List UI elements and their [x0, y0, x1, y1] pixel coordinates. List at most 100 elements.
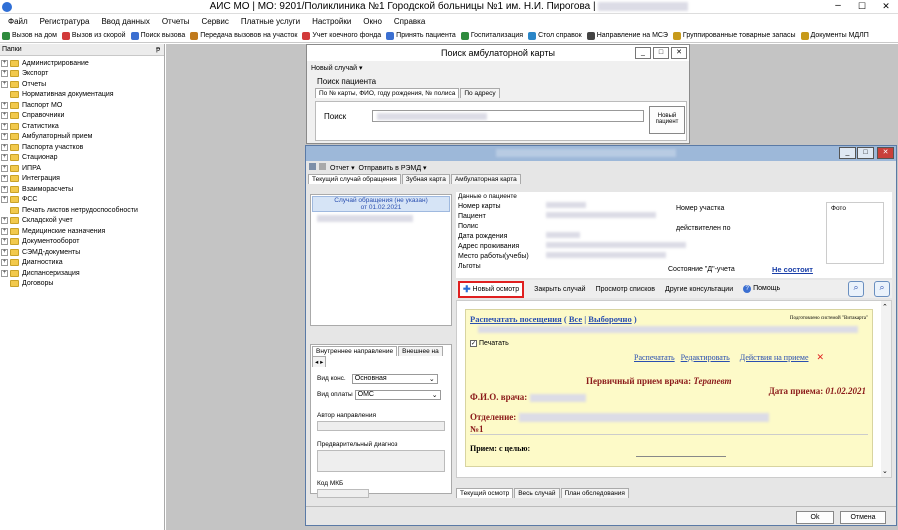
expand-icon[interactable]	[1, 207, 8, 214]
exam-tab[interactable]: План обследования	[560, 488, 629, 498]
case-list-item[interactable]: Случай обращения (не указан) от 01.02.202…	[312, 196, 450, 212]
print-visits-link[interactable]: Распечатать посещения	[470, 314, 562, 324]
other-consultations-button[interactable]: Другие консультации	[665, 286, 733, 293]
expand-icon[interactable]: +	[1, 269, 8, 277]
toolbar-button[interactable]: Госпитализация	[459, 29, 526, 43]
sidebar-item[interactable]: + Медицинские назначения	[0, 226, 164, 237]
expand-icon[interactable]: +	[1, 112, 8, 120]
new-exam-button[interactable]: ✚ Новый осмотр	[458, 280, 525, 298]
toolbar-button[interactable]: Документы МДЛП	[799, 29, 872, 43]
sidebar-item[interactable]: + Диагностика	[0, 258, 164, 269]
sidebar-item[interactable]: + ИПРА	[0, 163, 164, 174]
prediag-field[interactable]	[317, 450, 445, 472]
send-remd-menu[interactable]: Отправить в РЭМД ▾	[359, 165, 427, 172]
menu-item[interactable]: Ввод данных	[95, 14, 155, 29]
expand-icon[interactable]: +	[1, 238, 8, 246]
sidebar-item[interactable]: + Документооборот	[0, 237, 164, 248]
pin-icon[interactable]: ᵽ	[156, 44, 160, 56]
tab-search-by-address[interactable]: По адресу	[460, 88, 500, 98]
card-close-button[interactable]: ✕	[877, 147, 894, 159]
expand-icon[interactable]: +	[1, 175, 8, 183]
expand-icon[interactable]: +	[1, 248, 8, 256]
expand-icon[interactable]: +	[1, 122, 8, 130]
card-tab[interactable]: Амбулаторная карта	[450, 174, 521, 184]
window-maximize-button[interactable]: ☐	[850, 0, 874, 13]
exam-tab[interactable]: Весь случай	[514, 488, 560, 498]
exam-tab[interactable]: Текущий осмотр	[456, 488, 514, 498]
selected-link[interactable]: Выборочно	[588, 314, 631, 324]
expand-icon[interactable]: +	[1, 259, 8, 267]
all-link[interactable]: Все	[569, 314, 582, 324]
card-tab[interactable]: Зубная карта	[401, 174, 450, 184]
edit-link[interactable]: Редактировать	[681, 353, 730, 362]
mkb-field[interactable]	[317, 489, 369, 498]
menu-item[interactable]: Окно	[357, 14, 388, 29]
toolbar-button[interactable]: Вызов из скорой	[60, 29, 129, 43]
sidebar-item[interactable]: + ФСС	[0, 195, 164, 206]
cancel-button[interactable]: Отмена	[840, 511, 886, 524]
vid-kons-select[interactable]: Основная ⌄	[351, 374, 438, 384]
zoom-in-icon[interactable]: ⌕	[848, 281, 864, 297]
expand-icon[interactable]: +	[1, 227, 8, 235]
menu-item[interactable]: Настройки	[306, 14, 357, 29]
zoom-out-icon[interactable]: ⌕	[874, 281, 890, 297]
print-icon[interactable]	[319, 163, 326, 170]
sidebar-item[interactable]: Печать листов нетрудоспособности	[0, 205, 164, 216]
window-minimize-button[interactable]: –	[826, 0, 850, 13]
doc-scrollbar[interactable]: ⌃ ⌄	[881, 301, 891, 477]
menu-item[interactable]: Отчеты	[156, 14, 196, 29]
view-lists-button[interactable]: Просмотр списков	[596, 286, 655, 293]
expand-icon[interactable]: +	[1, 59, 8, 67]
delete-icon[interactable]: ✕	[817, 352, 825, 362]
toolbar-button[interactable]: Направление на МСЭ	[585, 29, 671, 43]
expand-icon[interactable]: +	[1, 143, 8, 151]
menu-item[interactable]: Платные услуги	[235, 14, 306, 29]
sidebar-item[interactable]: + Администрирование	[0, 58, 164, 69]
expand-icon[interactable]	[1, 91, 8, 98]
expand-icon[interactable]	[1, 280, 8, 287]
search-input[interactable]	[372, 110, 644, 122]
sidebar-item[interactable]: + Экспорт	[0, 69, 164, 80]
actions-link[interactable]: Действия на приеме	[740, 353, 809, 362]
sidebar-item[interactable]: + Отчеты	[0, 79, 164, 90]
sidebar-item[interactable]: + Амбулаторный прием	[0, 132, 164, 143]
new-case-menu[interactable]: Новый случай ▾	[307, 61, 689, 75]
print-link[interactable]: Распечатать	[634, 353, 675, 362]
d-status-link[interactable]: Не состоит	[772, 265, 813, 274]
author-field[interactable]	[317, 421, 445, 431]
sidebar-item[interactable]: Нормативная документация	[0, 90, 164, 101]
sidebar-item[interactable]: + Складской учет	[0, 216, 164, 227]
expand-icon[interactable]: +	[1, 185, 8, 193]
expand-icon[interactable]: +	[1, 133, 8, 141]
expand-icon[interactable]: +	[1, 80, 8, 88]
vid-opl-select[interactable]: ОМС ⌄	[354, 390, 441, 400]
sidebar-item[interactable]: + Паспорта участков	[0, 142, 164, 153]
close-case-button[interactable]: Закрыть случай	[534, 286, 585, 293]
expand-icon[interactable]: +	[1, 196, 8, 204]
tab-external-referral[interactable]: Внешнее на	[398, 346, 443, 356]
sidebar-item[interactable]: + Стационар	[0, 153, 164, 164]
sidebar-item[interactable]: Договоры	[0, 279, 164, 290]
expand-icon[interactable]: +	[1, 70, 8, 78]
card-minimize-button[interactable]: _	[839, 147, 856, 159]
menu-item[interactable]: Регистратура	[34, 14, 96, 29]
menu-item[interactable]: Файл	[0, 14, 34, 29]
toolbar-button[interactable]: Стол справок	[526, 29, 585, 43]
toolbar-button[interactable]: Поиск вызова	[129, 29, 189, 43]
tab-internal-referral[interactable]: Внутреннее направление	[312, 346, 398, 356]
sidebar-item[interactable]: + Статистика	[0, 121, 164, 132]
tab-search-by-card[interactable]: По № карты, ФИО, году рождения, № полиса	[315, 88, 460, 98]
toolbar-button[interactable]: Передача вызовов на участок	[188, 29, 300, 43]
expand-icon[interactable]: +	[1, 217, 8, 225]
expand-icon[interactable]: +	[1, 101, 8, 109]
search-close-button[interactable]: ✕	[671, 47, 687, 59]
save-icon[interactable]	[309, 163, 316, 170]
search-minimize-button[interactable]: _	[635, 47, 651, 59]
card-maximize-button[interactable]: □	[857, 147, 874, 159]
sidebar-item[interactable]: + Диспансеризация	[0, 268, 164, 279]
toolbar-button[interactable]: Группированные товарные запасы	[671, 29, 799, 43]
tab-scroll-arrows[interactable]: ◂ ▸	[312, 356, 327, 367]
print-checkbox[interactable]: ✓	[470, 340, 477, 347]
sidebar-item[interactable]: + Взаиморасчеты	[0, 184, 164, 195]
sidebar-item[interactable]: + СЭМД-документы	[0, 247, 164, 258]
